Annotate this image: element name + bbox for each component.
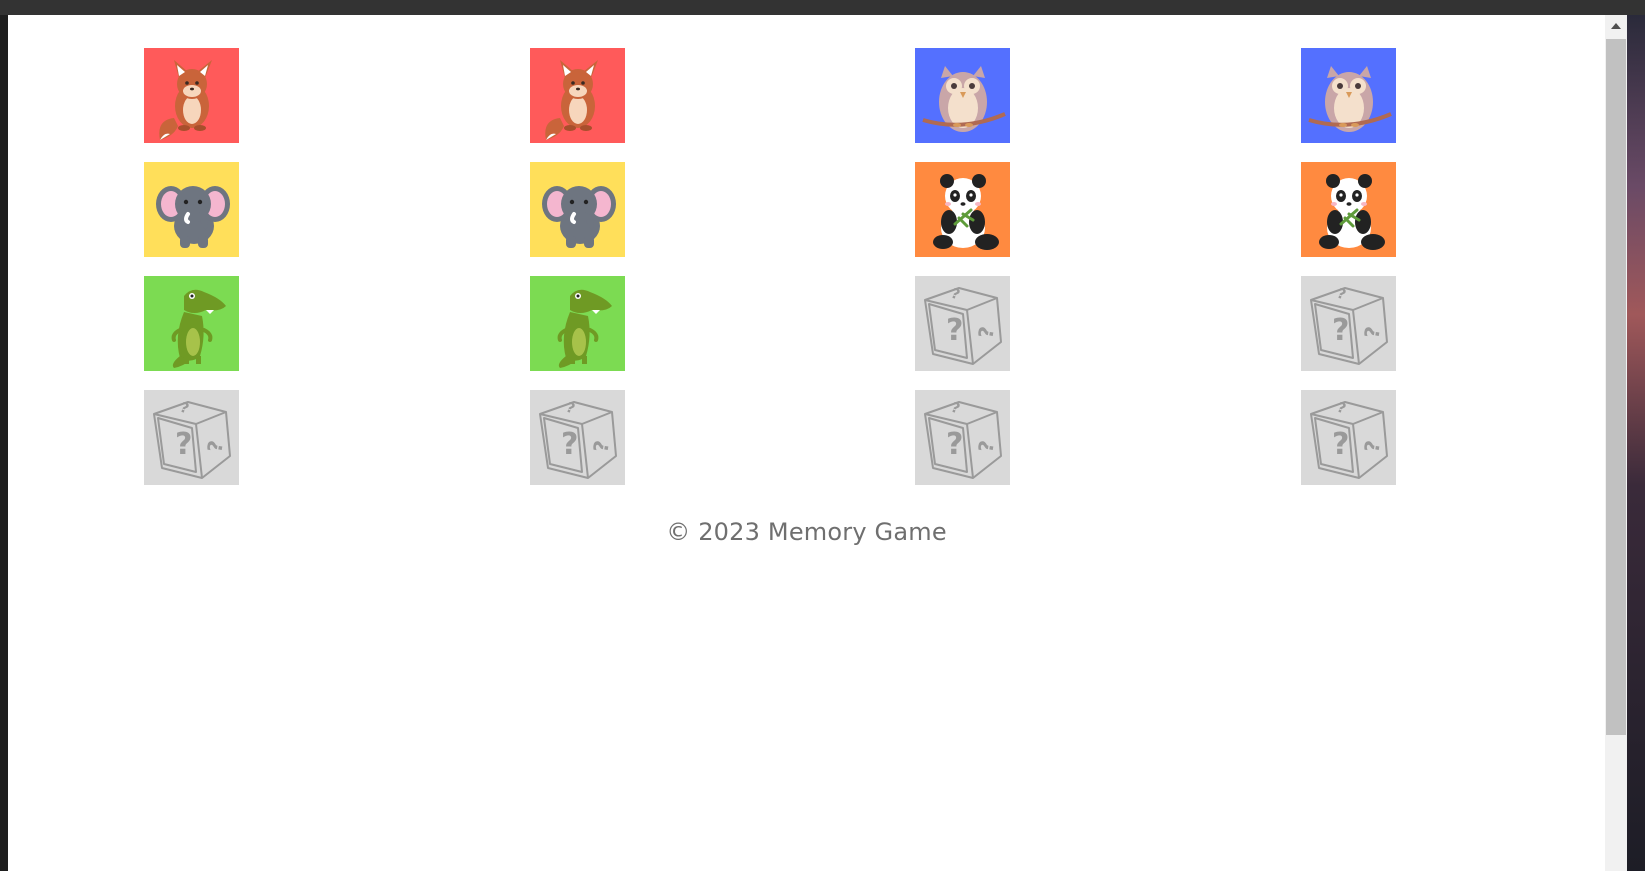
svg-text:?: ?	[1359, 325, 1385, 341]
card-fox[interactable]	[144, 48, 239, 143]
mystery-box-icon: ???	[1310, 400, 1388, 479]
svg-text:?: ?	[1335, 286, 1348, 304]
mystery-box-icon: ???	[1310, 286, 1388, 365]
svg-text:?: ?	[1359, 439, 1385, 455]
svg-text:?: ?	[949, 400, 962, 418]
svg-text:?: ?	[973, 325, 999, 341]
svg-text:?: ?	[588, 439, 614, 455]
page-viewport: ?????????????????? © 2023 Memory Game	[8, 15, 1605, 871]
svg-text:?: ?	[564, 400, 577, 418]
mystery-box-icon: ???	[153, 400, 231, 479]
card-owl[interactable]	[915, 48, 1010, 143]
card-hidden[interactable]: ???	[144, 390, 239, 485]
card-hidden[interactable]: ???	[915, 390, 1010, 485]
browser-top-bar	[0, 0, 1645, 15]
mystery-box-icon: ???	[924, 286, 1002, 365]
svg-text:?: ?	[946, 313, 963, 348]
fox-icon	[159, 60, 212, 140]
mystery-box-icon: ???	[924, 400, 1002, 479]
svg-text:?: ?	[1332, 427, 1349, 462]
vertical-scrollbar[interactable]	[1605, 15, 1627, 871]
svg-text:?: ?	[973, 439, 999, 455]
card-owl[interactable]	[1301, 48, 1396, 143]
svg-text:?: ?	[946, 427, 963, 462]
card-elephant[interactable]	[144, 162, 239, 257]
card-hidden[interactable]: ???	[530, 390, 625, 485]
svg-text:?: ?	[175, 427, 192, 462]
card-fox[interactable]	[530, 48, 625, 143]
card-elephant[interactable]	[530, 162, 625, 257]
svg-text:?: ?	[202, 439, 228, 455]
svg-text:?: ?	[178, 400, 191, 418]
window-left-edge	[0, 15, 8, 871]
card-crocodile[interactable]	[144, 276, 239, 371]
owl-icon	[1308, 66, 1392, 132]
scroll-up-arrow-icon[interactable]	[1605, 15, 1627, 37]
card-panda[interactable]	[915, 162, 1010, 257]
scrollbar-thumb[interactable]	[1606, 39, 1626, 735]
panda-icon	[1319, 174, 1385, 250]
footer-copyright: © 2023 Memory Game	[666, 518, 947, 546]
crocodile-icon	[557, 289, 612, 368]
card-hidden[interactable]: ???	[915, 276, 1010, 371]
elephant-icon	[542, 186, 616, 248]
svg-text:?: ?	[1335, 400, 1348, 418]
fox-icon	[545, 60, 598, 140]
crocodile-icon	[171, 289, 226, 368]
mystery-box-icon: ???	[539, 400, 617, 479]
elephant-icon	[156, 186, 230, 248]
card-panda[interactable]	[1301, 162, 1396, 257]
card-hidden[interactable]: ???	[1301, 276, 1396, 371]
svg-text:?: ?	[949, 286, 962, 304]
svg-text:?: ?	[561, 427, 578, 462]
panda-icon	[933, 174, 999, 250]
desktop-background-strip	[1627, 15, 1645, 871]
svg-text:?: ?	[1332, 313, 1349, 348]
card-crocodile[interactable]	[530, 276, 625, 371]
card-hidden[interactable]: ???	[1301, 390, 1396, 485]
owl-icon	[922, 66, 1006, 132]
